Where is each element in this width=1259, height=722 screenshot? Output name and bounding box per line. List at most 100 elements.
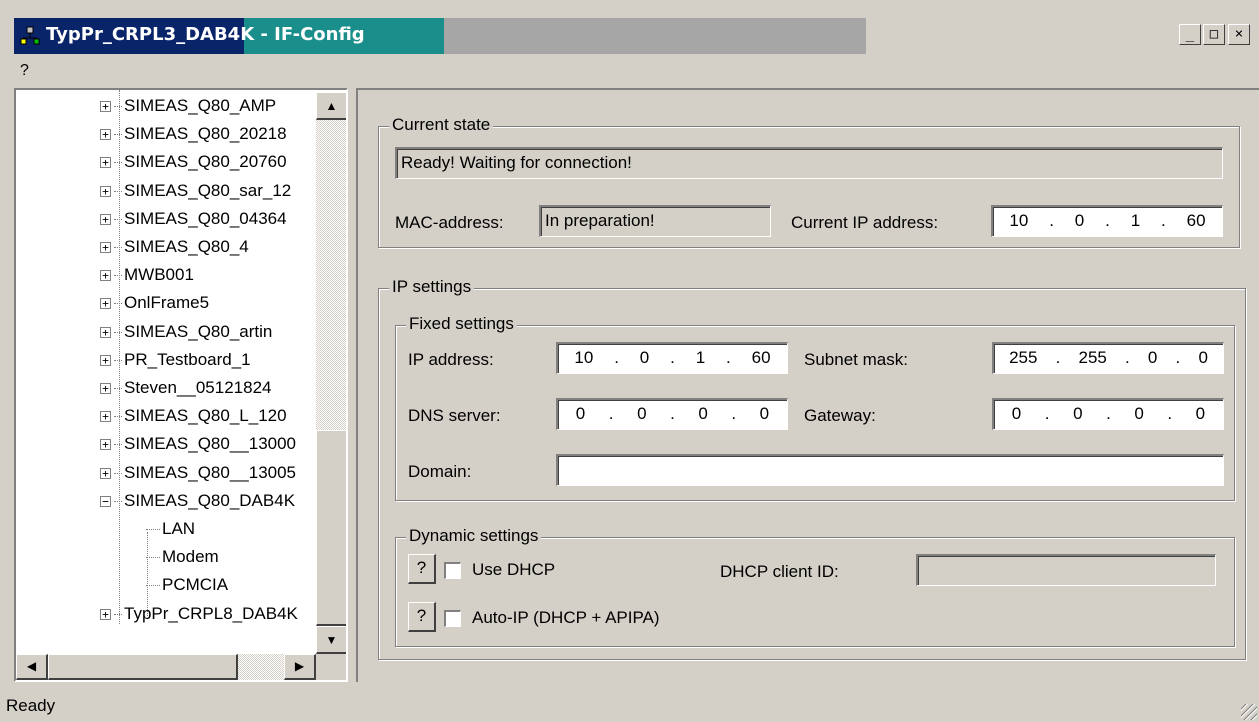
tree-item[interactable]: + PR_Testboard_1	[100, 346, 251, 374]
gateway-field[interactable]: 0. 0. 0. 0	[992, 398, 1224, 430]
close-button[interactable]: ×	[1228, 24, 1250, 45]
tree-item-label[interactable]: SIMEAS_Q80_L_120	[124, 406, 287, 425]
tree-child-label[interactable]: Modem	[162, 547, 219, 566]
scroll-down-button[interactable]: ▼	[316, 626, 346, 654]
ip-octet[interactable]: 60	[752, 344, 771, 373]
ip-octet[interactable]: 0	[1073, 400, 1082, 429]
tree-item[interactable]: + OnlFrame5	[100, 289, 209, 317]
expand-icon[interactable]: +	[100, 242, 111, 254]
tree-child-label[interactable]: PCMCIA	[162, 575, 228, 594]
domain-field[interactable]	[556, 454, 1224, 486]
subnet-mask-field[interactable]: 255. 255. 0. 0	[992, 342, 1224, 374]
ip-octet[interactable]: 0	[1148, 344, 1157, 373]
tree-item[interactable]: + SIMEAS_Q80_L_120	[100, 402, 287, 430]
tree-item-label[interactable]: SIMEAS_Q80_4	[124, 237, 249, 256]
tree-item[interactable]: + SIMEAS_Q80_artin	[100, 318, 272, 346]
status-bar: Ready	[0, 690, 1259, 722]
ip-octet[interactable]: 0	[637, 400, 646, 429]
scroll-left-button[interactable]: ◀	[16, 654, 48, 680]
tree-item-label[interactable]: SIMEAS_Q80_sar_12	[124, 181, 291, 200]
auto-ip-label[interactable]: Auto-IP (DHCP + APIPA)	[472, 608, 660, 628]
auto-ip-help-button[interactable]: ?	[408, 602, 436, 632]
device-tree[interactable]: + SIMEAS_Q80_AMP + SIMEAS_Q80_20218 + SIMEAS_…	[14, 88, 348, 682]
tree-item[interactable]: + SIMEAS_Q80__13000	[100, 430, 296, 458]
ip-address-field[interactable]: 10. 0. 1. 60	[556, 342, 788, 374]
ip-octet[interactable]: 0	[698, 400, 707, 429]
expand-icon[interactable]: +	[100, 354, 111, 366]
ip-octet[interactable]: 0	[1196, 400, 1205, 429]
expand-icon[interactable]: +	[100, 185, 111, 197]
tree-item-label[interactable]: SIMEAS_Q80_artin	[124, 322, 272, 341]
expand-icon[interactable]: +	[100, 439, 111, 451]
use-dhcp-label[interactable]: Use DHCP	[472, 560, 555, 580]
tree-item-label[interactable]: Steven__05121824	[124, 378, 271, 397]
maximize-button[interactable]: □	[1203, 24, 1225, 45]
tree-item[interactable]: + SIMEAS_Q80__13005	[100, 459, 296, 487]
ip-octet[interactable]: 255	[1079, 344, 1107, 373]
tree-item[interactable]: + SIMEAS_Q80_4	[100, 233, 249, 261]
ip-octet[interactable]: 1	[696, 344, 705, 373]
expand-icon[interactable]: +	[100, 270, 111, 282]
use-dhcp-help-button[interactable]: ?	[408, 554, 436, 584]
scroll-up-button[interactable]: ▲	[316, 92, 346, 120]
tree-item[interactable]: + SIMEAS_Q80_AMP	[100, 92, 276, 120]
ip-octet[interactable]: 0	[576, 400, 585, 429]
menu-bar: ?	[20, 60, 29, 82]
use-dhcp-checkbox[interactable]	[444, 562, 461, 579]
ip-octet[interactable]: 10	[574, 344, 593, 373]
tree-item-label[interactable]: SIMEAS_Q80_DAB4K	[124, 491, 295, 510]
minimize-button[interactable]: _	[1179, 24, 1201, 45]
ip-octet[interactable]: 0	[1012, 400, 1021, 429]
tree-item-label[interactable]: SIMEAS_Q80__13005	[124, 463, 296, 482]
expand-icon[interactable]: +	[100, 411, 111, 423]
ip-octet[interactable]: 255	[1009, 344, 1037, 373]
tree-item[interactable]: + MWB001	[100, 261, 194, 289]
collapse-icon[interactable]: −	[100, 495, 111, 507]
tree-item[interactable]: + SIMEAS_Q80_20760	[100, 148, 287, 176]
tree-item-label[interactable]: MWB001	[124, 265, 194, 284]
title-bar[interactable]: TypPr_CRPL3_DAB4K - IF-Config _ □ ×	[14, 18, 1259, 54]
tree-child-item[interactable]: PCMCIA	[146, 571, 228, 599]
tree-horizontal-scrollbar[interactable]: ◀ ▶	[16, 654, 316, 680]
ip-octet[interactable]: 0	[640, 344, 649, 373]
tree-item-label[interactable]: OnlFrame5	[124, 293, 209, 312]
tree-item[interactable]: + SIMEAS_Q80_sar_12	[100, 177, 291, 205]
expand-icon[interactable]: +	[100, 383, 111, 395]
expand-icon[interactable]: +	[100, 298, 111, 310]
scroll-right-button[interactable]: ▶	[284, 654, 316, 680]
expand-icon[interactable]: +	[100, 326, 111, 338]
tree-child-label[interactable]: LAN	[162, 519, 195, 538]
tree-item[interactable]: + SIMEAS_Q80_04364	[100, 205, 287, 233]
tree-item[interactable]: + TypPr_CRPL8_DAB4K	[100, 600, 298, 628]
tree-item[interactable]: − SIMEAS_Q80_DAB4K	[100, 487, 295, 515]
ip-octet[interactable]: 0	[760, 400, 769, 429]
tree-item[interactable]: + Steven__05121824	[100, 374, 271, 402]
expand-icon[interactable]: +	[100, 157, 111, 169]
resize-grip-icon[interactable]	[1241, 704, 1257, 720]
tree-item-label[interactable]: SIMEAS_Q80_04364	[124, 209, 287, 228]
tree-connector	[146, 557, 160, 559]
tree-item-label[interactable]: TypPr_CRPL8_DAB4K	[124, 604, 298, 623]
tree-item-label[interactable]: SIMEAS_Q80_20218	[124, 124, 287, 143]
dns-server-field[interactable]: 0. 0. 0. 0	[556, 398, 788, 430]
expand-icon[interactable]: +	[100, 101, 111, 113]
tree-item-label[interactable]: SIMEAS_Q80_20760	[124, 152, 287, 171]
ip-octet[interactable]: 0	[1198, 344, 1207, 373]
ip-octet[interactable]: 0	[1134, 400, 1143, 429]
tree-item-label[interactable]: SIMEAS_Q80_AMP	[124, 96, 276, 115]
tree-vertical-scrollbar[interactable]: ▲ ▼	[316, 92, 346, 654]
tree-item[interactable]: + SIMEAS_Q80_20218	[100, 120, 287, 148]
tree-item-label[interactable]: SIMEAS_Q80__13000	[124, 434, 296, 453]
expand-icon[interactable]: +	[100, 129, 111, 141]
tree-child-item[interactable]: LAN	[146, 515, 195, 543]
tree-item-label[interactable]: PR_Testboard_1	[124, 350, 251, 369]
ip-separator: .	[1044, 404, 1050, 423]
expand-icon[interactable]: +	[100, 608, 111, 620]
auto-ip-checkbox[interactable]	[444, 610, 461, 627]
expand-icon[interactable]: +	[100, 213, 111, 225]
tree-child-item[interactable]: Modem	[146, 543, 219, 571]
menu-help[interactable]: ?	[20, 62, 29, 79]
expand-icon[interactable]: +	[100, 467, 111, 479]
hscroll-thumb[interactable]	[48, 654, 238, 680]
scroll-thumb[interactable]	[316, 430, 346, 626]
